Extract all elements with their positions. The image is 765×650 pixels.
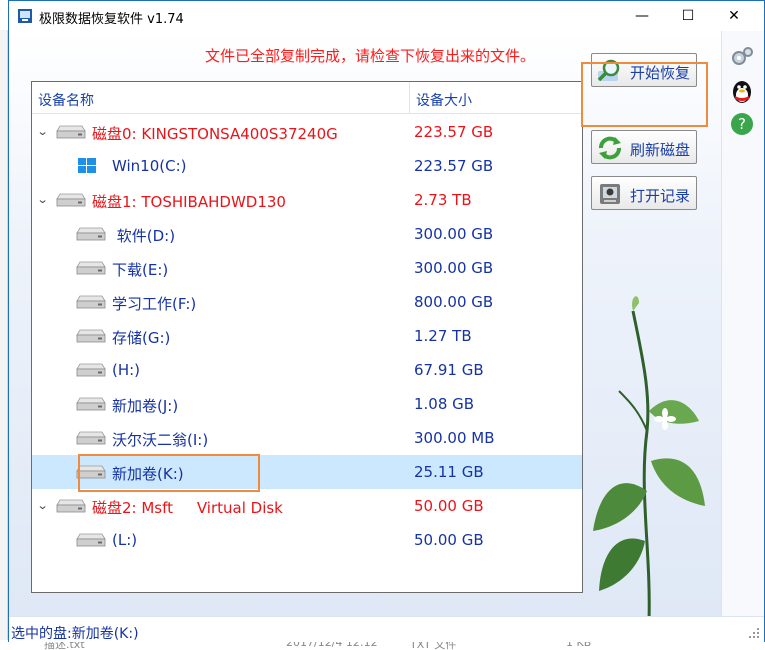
tree-row-name: 磁盘0: KINGSTONSA400S37240G <box>92 125 338 143</box>
tree-row-volume[interactable]: 新加卷(J:) 1.08 GB <box>32 387 582 421</box>
expand-chevron-icon[interactable]: ⌄ <box>37 125 49 138</box>
minimize-button[interactable]: — <box>619 1 665 31</box>
tree-row-size: 300.00 GB <box>414 225 494 243</box>
tree-row-volume[interactable]: Win10(C:) 223.57 GB <box>32 149 582 183</box>
tree-row-size: 300.00 GB <box>414 259 494 277</box>
tree-row-size: 1.08 GB <box>414 395 475 413</box>
tree-row-volume[interactable]: 下载(E:) 300.00 GB <box>32 251 582 285</box>
settings-icon[interactable] <box>727 41 757 71</box>
hard-drive-icon <box>76 329 106 343</box>
hard-drive-icon <box>56 499 86 513</box>
tree-row-name: 新加卷(J:) <box>112 397 179 415</box>
qq-icon[interactable] <box>727 76 757 106</box>
device-tree[interactable]: 设备名称 设备大小 ⌄ 磁盘0: KINGSTONSA400S37240G 223.… <box>31 81 583 593</box>
tree-row-name: 学习工作(F:) <box>112 295 197 313</box>
tree-row-name: (L:) <box>112 531 138 549</box>
title-bar[interactable]: 极限数据恢复软件 v1.74 — ☐ ✕ <box>9 1 764 31</box>
open-log-button[interactable]: 打开记录 <box>591 176 697 210</box>
tree-row-volume[interactable]: 软件(D:) 300.00 GB <box>32 217 582 251</box>
hard-drive-icon <box>76 397 106 411</box>
tree-row-volume[interactable]: 存储(G:) 1.27 TB <box>32 319 582 353</box>
hard-drive-icon <box>76 533 106 547</box>
refresh-icon <box>599 136 621 160</box>
tree-row-name: 磁盘1: TOSHIBAHDWD130 <box>92 193 286 211</box>
tree-row-volume[interactable]: 沃尔沃二翁(I:) 300.00 MB <box>32 421 582 455</box>
hard-drive-icon <box>76 227 106 241</box>
tree-row-disk[interactable]: ⌄ 磁盘1: TOSHIBAHDWD130 2.73 TB <box>32 183 582 217</box>
background-window-edge <box>0 30 8 650</box>
tree-row-name: 沃尔沃二翁(I:) <box>112 431 209 449</box>
tree-row-disk[interactable]: ⌄ 磁盘0: KINGSTONSA400S37240G 223.57 GB <box>32 115 582 149</box>
tree-row-size: 300.00 MB <box>414 429 495 447</box>
hard-drive-icon <box>76 295 106 309</box>
selected-disk-status: 选中的盘:新加卷(K:) <box>11 626 139 642</box>
column-header-name[interactable]: 设备名称 <box>38 90 94 110</box>
flower-decoration <box>593 296 705 621</box>
tree-row-volume[interactable]: (L:) 50.00 GB <box>32 523 582 557</box>
help-icon[interactable]: ? <box>727 109 757 139</box>
column-header-size[interactable]: 设备大小 <box>416 90 472 110</box>
refresh-disks-button[interactable]: 刷新磁盘 <box>591 130 697 164</box>
tree-row-name: 软件(D:) <box>112 227 176 245</box>
camera-log-icon <box>600 184 620 204</box>
tree-row-size: 25.11 GB <box>414 463 484 481</box>
close-button[interactable]: ✕ <box>711 1 757 31</box>
tree-row-name: Win10(C:) <box>112 157 187 175</box>
tree-row-name: 磁盘2: Msft Virtual Disk <box>92 499 283 517</box>
tree-row-volume[interactable]: (H:) 67.91 GB <box>32 353 582 387</box>
tree-row-disk[interactable]: ⌄ 磁盘2: Msft Virtual Disk 50.00 GB <box>32 489 582 523</box>
tree-row-size: 1.27 TB <box>414 327 472 345</box>
open-log-label: 打开记录 <box>630 187 691 205</box>
tree-row-name: (H:) <box>112 361 141 379</box>
tree-row-volume[interactable]: 学习工作(F:) 800.00 GB <box>32 285 582 319</box>
expand-chevron-icon[interactable]: ⌄ <box>37 499 49 512</box>
tree-row-size: 223.57 GB <box>414 157 494 175</box>
svg-text:?: ? <box>738 115 746 133</box>
highlight-selected-volume <box>78 454 260 492</box>
app-icon <box>18 9 32 23</box>
column-divider[interactable] <box>409 82 410 114</box>
app-window: 极限数据恢复软件 v1.74 — ☐ ✕ 文件已全部复制完成，请检查下恢复出来的… <box>8 0 765 642</box>
tree-row-size: 2.73 TB <box>414 191 472 209</box>
expand-chevron-icon[interactable]: ⌄ <box>37 193 49 206</box>
tree-row-size: 67.91 GB <box>414 361 484 379</box>
hard-drive-icon <box>56 125 86 139</box>
maximize-button[interactable]: ☐ <box>665 1 711 31</box>
tree-row-name: 存储(G:) <box>112 329 171 347</box>
windows-icon <box>78 158 96 173</box>
resize-grip-icon[interactable] <box>748 627 760 639</box>
status-bar: 选中的盘:新加卷(K:) <box>9 616 764 642</box>
tree-row-size: 50.00 GB <box>414 531 484 549</box>
refresh-disks-label: 刷新磁盘 <box>630 141 691 159</box>
hard-drive-icon <box>76 431 106 445</box>
tree-row-size: 50.00 GB <box>414 497 484 515</box>
tree-row-name: 下载(E:) <box>112 261 169 279</box>
highlight-start-button <box>581 62 708 127</box>
window-title: 极限数据恢复软件 v1.74 <box>39 12 184 27</box>
hard-drive-icon <box>56 193 86 207</box>
hard-drive-icon <box>76 363 106 377</box>
tree-row-size: 223.57 GB <box>414 123 494 141</box>
hard-drive-icon <box>76 261 106 275</box>
tree-header: 设备名称 设备大小 <box>32 82 582 114</box>
tree-row-size: 800.00 GB <box>414 293 494 311</box>
